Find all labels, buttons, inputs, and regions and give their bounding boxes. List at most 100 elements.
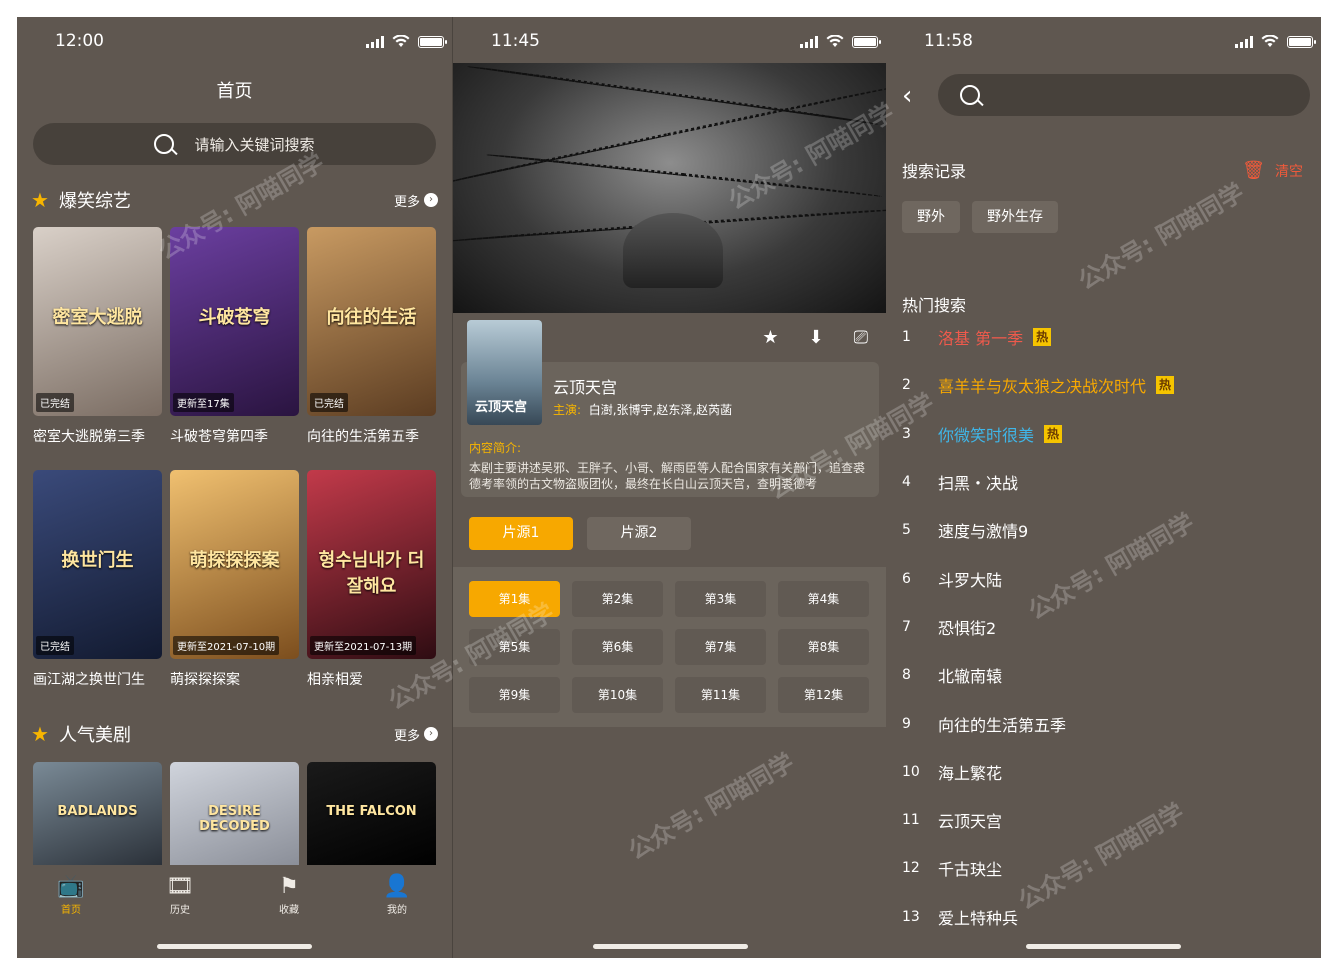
tab-tv[interactable]: 📺 首页 <box>41 873 101 916</box>
show-poster: 萌探探探案 更新至2021-07-10期 <box>170 470 299 659</box>
hot-search-item[interactable]: 12 千古玦尘 <box>902 844 1302 892</box>
episode-button[interactable]: 第7集 <box>675 629 766 665</box>
show-card[interactable]: 换世门生 已完结 画江湖之换世门生 <box>33 470 162 689</box>
hot-search-item[interactable]: 4 扫黑・决战 <box>902 458 1302 506</box>
show-poster: THE FALCON <box>307 762 436 867</box>
hot-search-name: 斗罗大陆 <box>938 570 1003 590</box>
scene-structure <box>623 213 723 288</box>
tab-user[interactable]: 👤 我的 <box>367 873 427 916</box>
episode-button[interactable]: 第12集 <box>778 677 869 713</box>
rank-number: 3 <box>902 425 911 442</box>
cast-names: 白澍,张博宇,赵东泽,赵芮菡 <box>588 403 733 417</box>
hot-search-name: 海上繁花 <box>938 763 1003 783</box>
search-input[interactable] <box>938 74 1310 116</box>
hot-search-item[interactable]: 8 北辙南辕 <box>902 651 1302 699</box>
episode-button[interactable]: 第1集 <box>469 581 560 617</box>
status-badge: 已完结 <box>310 393 348 412</box>
source-button-1[interactable]: 片源1 <box>469 517 573 550</box>
battery-icon <box>418 35 447 48</box>
episode-button[interactable]: 第9集 <box>469 677 560 713</box>
status-badge: 更新至2021-07-10期 <box>173 636 280 655</box>
show-card[interactable]: 형수님내가 더잘해요 更新至2021-07-13期 相亲相爱 <box>307 470 436 689</box>
bottom-tab-bar: 📺 首页 🎞 历史 ⚑ 收藏 👤 我的 <box>17 865 452 958</box>
hot-search-name: 喜羊羊与灰太狼之决战次时代 <box>938 377 1147 397</box>
cast-screen-icon[interactable]: ⎚ <box>854 327 868 348</box>
rank-number: 6 <box>902 570 911 587</box>
more-link[interactable]: 更多 › <box>394 725 438 744</box>
cast-line: 主演: 白澍,张博宇,赵东泽,赵芮菡 <box>553 401 732 418</box>
hot-search-name: 洛基 第一季 <box>938 329 1024 349</box>
show-card[interactable]: 斗破苍穹 更新至17集 斗破苍穹第四季 <box>170 227 299 446</box>
back-arrow-icon[interactable]: ‹ <box>902 81 912 111</box>
download-icon[interactable]: ⬇ <box>809 327 824 348</box>
tv-icon: 📺 <box>57 874 85 899</box>
show-card[interactable]: THE FALCON <box>307 762 436 867</box>
history-chip[interactable]: 野外生存 <box>972 201 1058 233</box>
show-card[interactable]: 萌探探探案 更新至2021-07-10期 萌探探探案 <box>170 470 299 689</box>
hot-search-item[interactable]: 6 斗罗大陆 <box>902 554 1302 602</box>
episode-button[interactable]: 第10集 <box>572 677 663 713</box>
hot-search-item[interactable]: 10 海上繁花 <box>902 748 1302 796</box>
source-button-2[interactable]: 片源2 <box>587 517 691 550</box>
scene-chain <box>464 63 882 128</box>
hot-search-item[interactable]: 7 恐惧街2 <box>902 603 1302 651</box>
hot-search-item[interactable]: 2 喜羊羊与灰太狼之决战次时代热 <box>902 361 1302 409</box>
status-badge: 已完结 <box>36 636 74 655</box>
show-title: 画江湖之换世门生 <box>33 672 145 688</box>
history-chips: 野外 野外生存 <box>902 201 1058 233</box>
hot-search-name: 千古玦尘 <box>938 860 1003 880</box>
status-badge: 更新至17集 <box>173 393 234 412</box>
show-card[interactable]: BADLANDS <box>33 762 162 867</box>
episode-button[interactable]: 第2集 <box>572 581 663 617</box>
flag-icon: ⚑ <box>279 874 299 899</box>
status-bar: 12:00 <box>17 31 452 53</box>
episode-button[interactable]: 第6集 <box>572 629 663 665</box>
hot-search-item[interactable]: 5 速度与激情9 <box>902 506 1302 554</box>
detail-screen: 11:45 云顶天宫 ★ ⬇ ⎚ 云顶天宫 主演: 白澍,张博宇,赵东泽,赵芮菡 内… <box>452 17 886 958</box>
hot-search-item[interactable]: 1 洛基 第一季热 <box>902 313 1302 361</box>
rank-number: 12 <box>902 860 920 877</box>
search-bar[interactable]: 请输入关键词搜索 <box>33 123 436 165</box>
show-card[interactable]: DESIRE DECODED <box>170 762 299 867</box>
episode-button[interactable]: 第8集 <box>778 629 869 665</box>
show-card[interactable]: 向往的生活 已完结 向往的生活第五季 <box>307 227 436 446</box>
status-bar: 11:58 <box>886 31 1321 53</box>
favorite-star-icon[interactable]: ★ <box>762 327 778 348</box>
episode-button[interactable]: 第5集 <box>469 629 560 665</box>
episode-button[interactable]: 第11集 <box>675 677 766 713</box>
cast-label: 主演: <box>553 403 582 417</box>
rank-number: 9 <box>902 715 911 732</box>
hot-badge: 热 <box>1033 328 1052 347</box>
tab-label: 历史 <box>170 905 190 916</box>
episode-button[interactable]: 第3集 <box>675 581 766 617</box>
hot-search-item[interactable]: 3 你微笑时很美热 <box>902 410 1302 458</box>
hot-search-item[interactable]: 11 云顶天宫 <box>902 796 1302 844</box>
show-card[interactable]: 密室大逃脱 已完结 密室大逃脱第三季 <box>33 227 162 446</box>
trash-icon: 🗑 <box>1242 160 1265 181</box>
tab-flag[interactable]: ⚑ 收藏 <box>259 873 319 916</box>
section-title: 人气美剧 <box>59 725 131 746</box>
poster-title: 형수님내가 더잘해요 <box>318 549 425 597</box>
hot-search-item[interactable]: 13 爱上特种兵 <box>902 893 1302 941</box>
show-poster: 형수님내가 더잘해요 更新至2021-07-13期 <box>307 470 436 659</box>
rank-number: 5 <box>902 522 911 539</box>
clear-history-button[interactable]: 🗑 清空 <box>1242 160 1303 181</box>
history-chip[interactable]: 野外 <box>902 201 960 233</box>
more-link[interactable]: 更多 › <box>394 191 438 210</box>
tab-film[interactable]: 🎞 历史 <box>150 873 210 916</box>
tab-label: 收藏 <box>279 905 299 916</box>
drama-title: 云顶天宫 <box>553 378 618 397</box>
poster-title: 向往的生活 <box>326 306 417 328</box>
action-icons: ★ ⬇ ⎚ <box>762 327 868 348</box>
episode-panel: 第1集 第2集 第3集 第4集第5集 第6集 第7集 第8集第9集 第10集 第11集 第12集 <box>453 567 886 727</box>
episode-button[interactable]: 第4集 <box>778 581 869 617</box>
poster-title: DESIRE DECODED <box>199 804 270 834</box>
home-indicator <box>1026 944 1181 949</box>
battery-icon <box>852 35 881 48</box>
drama-cover: 云顶天宫 <box>467 320 542 425</box>
intro-text: 本剧主要讲述吴邪、王胖子、小哥、解雨臣等人配合国家有关部门，追查裘德考率领的古文… <box>469 461 866 491</box>
video-player[interactable] <box>453 63 886 313</box>
hot-search-item[interactable]: 9 向往的生活第五季 <box>902 699 1302 747</box>
history-title: 搜索记录 <box>902 162 967 181</box>
wifi-icon <box>392 35 410 47</box>
